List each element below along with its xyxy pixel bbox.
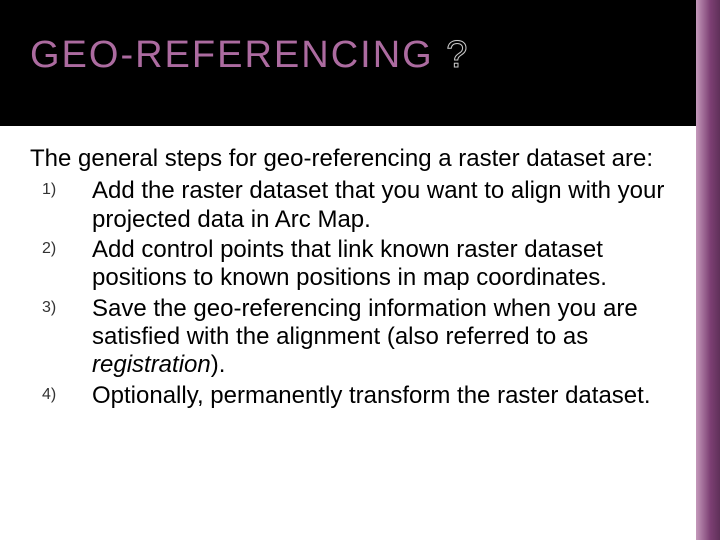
list-item: Add the raster dataset that you want to … <box>92 177 672 234</box>
slide-title: GEO-REFERENCING ? <box>30 34 696 77</box>
step-list: Add the raster dataset that you want to … <box>30 177 672 410</box>
list-item: Save the geo-referencing information whe… <box>92 295 672 380</box>
step-text: Save the geo-referencing information whe… <box>92 295 638 350</box>
title-text-main: GEO-REFERENCING <box>30 34 434 76</box>
title-text-suffix: ? <box>434 34 470 76</box>
intro-text: The general steps for geo-referencing a … <box>30 145 672 173</box>
header: GEO-REFERENCING ? <box>0 0 696 126</box>
step-italic: registration <box>92 351 211 378</box>
step-tail: ). <box>211 351 226 378</box>
list-item: Add control points that link known raste… <box>92 236 672 293</box>
slide-body: The general steps for geo-referencing a … <box>30 145 672 412</box>
step-text: Add control points that link known raste… <box>92 236 607 291</box>
step-text: Add the raster dataset that you want to … <box>92 177 664 232</box>
list-item: Optionally, permanently transform the ra… <box>92 382 672 410</box>
slide: GEO-REFERENCING ? The general steps for … <box>0 0 720 540</box>
step-text: Optionally, permanently transform the ra… <box>92 382 650 409</box>
accent-bar <box>696 0 720 540</box>
